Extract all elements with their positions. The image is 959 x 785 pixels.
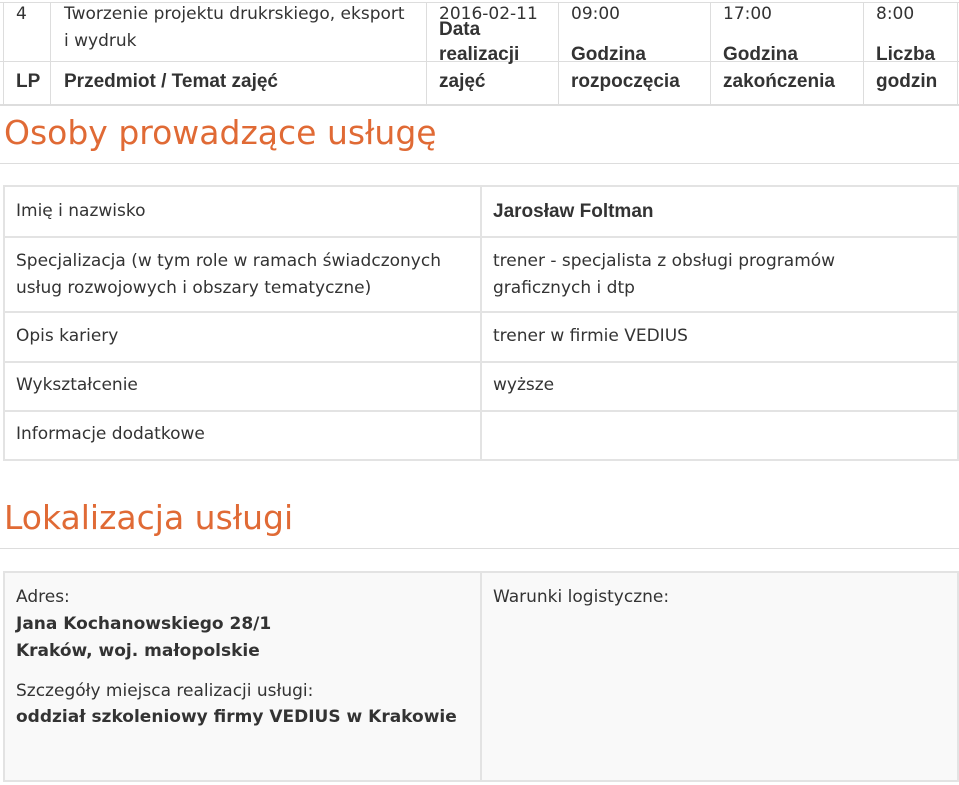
row-start: 09:00	[571, 4, 620, 24]
trainer-label-name: Imię i nazwisko	[16, 201, 146, 221]
trainer-label-education: Wykształcenie	[16, 375, 138, 395]
address-line1: Jana Kochanowskiego 28/1	[16, 614, 272, 634]
trainers-title: Osoby prowadzące usługę	[4, 113, 437, 152]
logistics-label: Warunki logistyczne:	[493, 587, 670, 607]
location-table: Adres: Jana Kochanowskiego 28/1 Kraków, …	[3, 571, 959, 782]
col-line	[863, 2, 864, 105]
trainer-label-additional: Informacje dodatkowe	[16, 424, 205, 444]
col-line	[480, 573, 482, 780]
row-hours: 8:00	[876, 4, 915, 24]
row-line	[5, 311, 957, 313]
row-line	[5, 361, 957, 363]
section-divider	[0, 163, 959, 164]
col-line	[710, 2, 711, 105]
trainer-value-name: Jarosław Foltman	[493, 201, 654, 222]
address-line2: Kraków, woj. małopolskie	[16, 641, 260, 661]
col-line	[480, 187, 482, 459]
row-line	[5, 236, 957, 238]
col-line	[50, 2, 51, 105]
header-date-line1: Data	[439, 19, 481, 40]
row-lp: 4	[16, 4, 27, 24]
trainer-value-specialization: trener - specjalista z obsługi programów…	[493, 251, 836, 298]
header-hours-line1: Liczba	[876, 44, 936, 65]
address-label: Adres:	[16, 587, 70, 607]
row-line	[5, 410, 957, 412]
trainer-label-specialization: Specjalizacja (w tym role w ramach świad…	[16, 251, 441, 298]
section-divider	[0, 548, 959, 549]
details-label: Szczegóły miejsca realizacji usługi:	[16, 681, 314, 701]
row-subject: Tworzenie projektu drukrskiego, eksport …	[64, 4, 405, 51]
header-hours-line2: godzin	[876, 71, 938, 92]
col-line	[3, 2, 4, 105]
header-end-line1: Godzina	[723, 44, 798, 65]
trainer-label-career: Opis kariery	[16, 326, 119, 346]
details-value: oddział szkoleniowy firmy VEDIUS w Krako…	[16, 707, 457, 727]
location-title: Lokalizacja usługi	[4, 498, 294, 537]
col-line	[558, 2, 559, 105]
table-border-bottom	[0, 104, 959, 106]
row-end: 17:00	[723, 4, 772, 24]
header-end-line2: zakończenia	[723, 71, 835, 92]
header-start-line1: Godzina	[571, 44, 646, 65]
trainers-table: Imię i nazwisko Jarosław Foltman Specjal…	[3, 185, 959, 461]
header-date-line2: realizacji	[439, 44, 520, 65]
trainer-value-education: wyższe	[493, 375, 555, 395]
header-subject: Przedmiot / Temat zajęć	[64, 71, 278, 92]
header-lp: LP	[16, 71, 41, 92]
trainer-value-career: trener w firmie VEDIUS	[493, 326, 688, 346]
col-line	[426, 2, 427, 105]
header-start-line2: rozpoczęcia	[571, 71, 680, 92]
header-date-line3: zajęć	[439, 71, 486, 92]
col-line	[957, 2, 958, 105]
